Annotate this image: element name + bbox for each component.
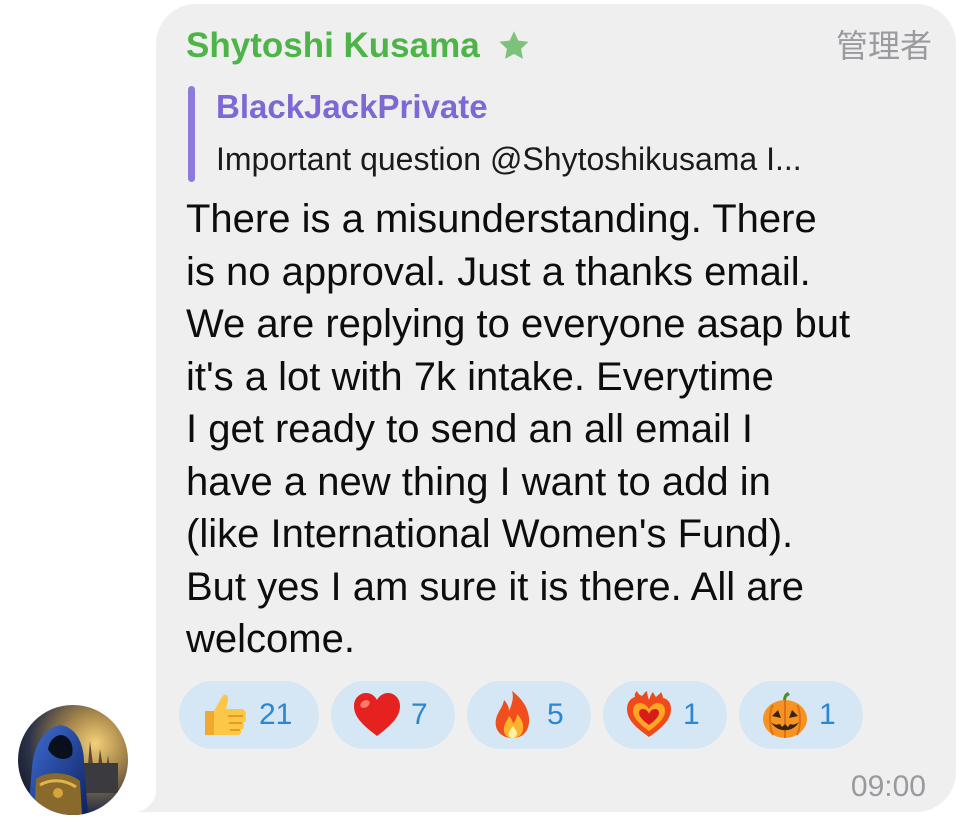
reaction-red-heart[interactable]: 7 <box>331 681 455 749</box>
sender-name[interactable]: Shytoshi Kusama <box>186 24 480 68</box>
message-timestamp: 09:00 <box>850 770 926 803</box>
reply-snippet: Important question @Shytoshikusama I... <box>216 141 802 177</box>
reply-accent-bar <box>188 86 195 182</box>
reaction-count: 1 <box>683 698 700 731</box>
admin-badge: 管理者 <box>835 28 932 64</box>
heart-on-fire-icon <box>627 691 671 737</box>
message-bubble[interactable]: Shytoshi Kusama 管理者 BlackJackPrivate Imp… <box>156 4 956 812</box>
reply-quote[interactable]: BlackJackPrivate Important question @Shy… <box>186 84 926 184</box>
reaction-jack-o-lantern[interactable]: 1 <box>739 681 863 749</box>
thumbs-up-icon <box>205 694 247 735</box>
reaction-fire[interactable]: 5 <box>467 681 591 749</box>
reactions-bar: 21 7 5 1 1 <box>179 681 863 749</box>
avatar-image <box>18 705 128 815</box>
reaction-count: 1 <box>819 698 836 731</box>
fire-icon <box>495 691 530 738</box>
jack-o-lantern-icon <box>763 692 807 738</box>
chat-view: Shytoshi Kusama 管理者 BlackJackPrivate Imp… <box>0 0 964 822</box>
message-header: Shytoshi Kusama 管理者 <box>186 24 932 72</box>
reaction-thumbs-up[interactable]: 21 <box>179 681 319 749</box>
red-heart-icon <box>354 693 400 736</box>
reaction-count: 5 <box>547 698 564 731</box>
reaction-count: 21 <box>259 698 293 731</box>
reaction-heart-on-fire[interactable]: 1 <box>603 681 727 749</box>
reply-author: BlackJackPrivate <box>216 88 488 125</box>
message-text: There is a misunderstanding. There is no… <box>186 197 851 661</box>
star-icon <box>499 31 529 59</box>
reaction-count: 7 <box>411 698 428 731</box>
avatar[interactable] <box>18 705 128 815</box>
